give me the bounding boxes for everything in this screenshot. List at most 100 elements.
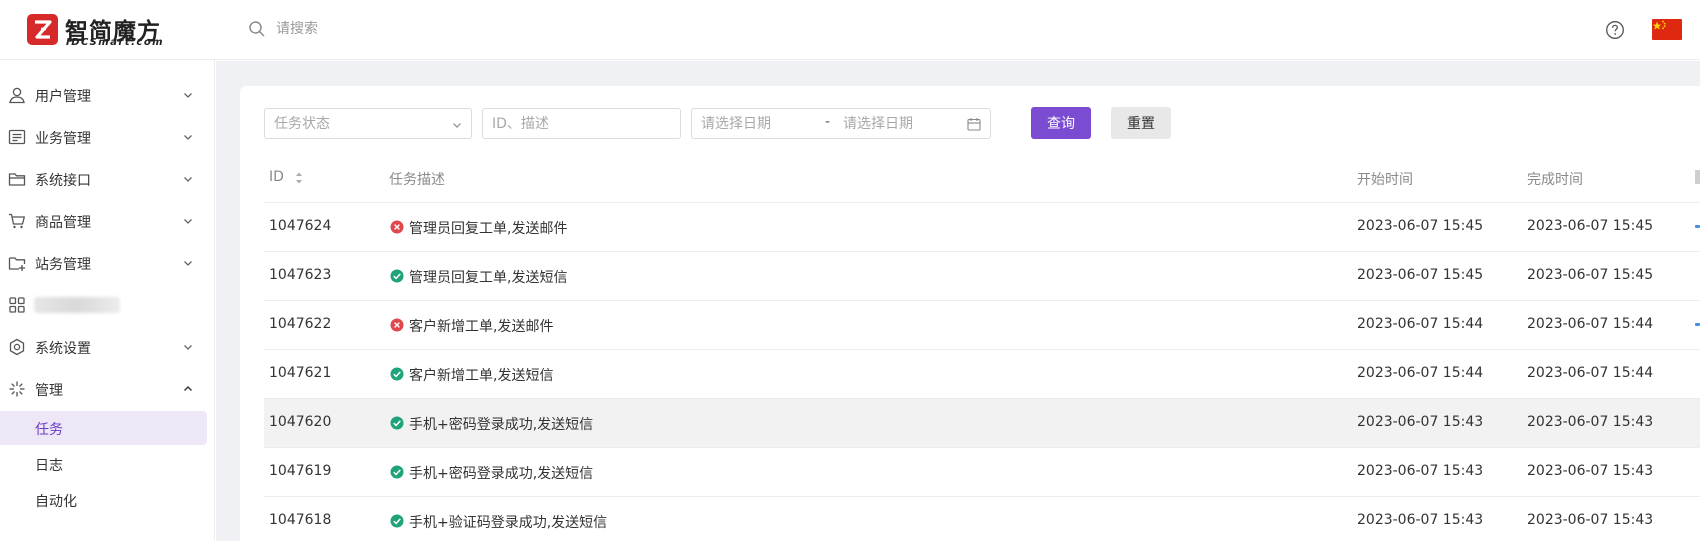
- success-icon: [390, 514, 404, 528]
- row-end-time: 2023-06-07 15:43: [1527, 463, 1654, 479]
- column-header-start: 开始时间: [1357, 172, 1413, 188]
- row-desc: 客户新增工单,发送短信: [409, 368, 554, 384]
- row-start-time: 2023-06-07 15:43: [1357, 512, 1484, 528]
- date-start-input[interactable]: [701, 114, 816, 134]
- success-icon: [390, 367, 404, 381]
- chevron-up-icon: [184, 386, 192, 391]
- row-start-time: 2023-06-07 15:45: [1357, 267, 1484, 283]
- search-icon[interactable]: [248, 20, 266, 38]
- row-id: 1047619: [269, 463, 332, 479]
- id-desc-input[interactable]: [492, 114, 672, 134]
- row-end-time: 2023-06-07 15:44: [1527, 365, 1654, 381]
- row-desc: 手机+密码登录成功,发送短信: [409, 417, 594, 433]
- reset-button[interactable]: 重置: [1111, 107, 1171, 139]
- blurred-label: [34, 297, 120, 313]
- sidebar-item-products[interactable]: 商品管理: [0, 201, 215, 241]
- chevron-down-icon: [453, 123, 461, 128]
- date-end-input[interactable]: [843, 114, 958, 134]
- sidebar-item-manage[interactable]: 管理: [0, 369, 215, 409]
- row-id: 1047620: [269, 414, 332, 430]
- list-icon: [8, 129, 26, 145]
- truncated-action: [1695, 323, 1700, 326]
- row-desc: 管理员回复工单,发送邮件: [409, 221, 568, 237]
- sidebar-item-system-interface[interactable]: 系统接口: [0, 159, 215, 199]
- truncated-action: [1695, 225, 1700, 228]
- task-status-select[interactable]: [264, 108, 472, 139]
- table-row[interactable]: 1047623 管理员回复工单,发送短信 2023-06-07 15:45 20…: [264, 252, 1700, 301]
- success-icon: [390, 269, 404, 283]
- sidebar-item-label: 系统接口: [35, 173, 91, 189]
- chevron-down-icon: [184, 135, 192, 140]
- chevron-down-icon: [184, 93, 192, 98]
- id-desc-field[interactable]: [482, 108, 681, 139]
- row-start-time: 2023-06-07 15:44: [1357, 365, 1484, 381]
- sidebar-subitem-label: 自动化: [35, 494, 77, 510]
- row-start-time: 2023-06-07 15:44: [1357, 316, 1484, 332]
- sidebar-item-site[interactable]: 站务管理: [0, 243, 215, 283]
- sidebar-item-label: 业务管理: [35, 131, 91, 147]
- chevron-down-icon: [184, 345, 192, 350]
- row-end-time: 2023-06-07 15:43: [1527, 512, 1654, 528]
- settings-icon: [9, 338, 25, 356]
- logo[interactable]: 智简魔方 IDCSmart.com: [27, 12, 177, 48]
- table-row[interactable]: 1047619 手机+密码登录成功,发送短信 2023-06-07 15:43 …: [264, 448, 1700, 497]
- row-id: 1047622: [269, 316, 332, 332]
- date-range-picker[interactable]: -: [691, 108, 991, 139]
- apps-icon: [9, 297, 25, 313]
- sidebar-subitem-label: 日志: [35, 458, 63, 474]
- sidebar-item-users[interactable]: 用户管理: [0, 75, 215, 115]
- logo-text-en: IDCSmart.com: [66, 37, 165, 48]
- error-icon: [390, 220, 404, 234]
- sidebar-item-label: 管理: [35, 383, 63, 399]
- task-status-input[interactable]: [274, 114, 444, 134]
- row-id: 1047618: [269, 512, 332, 528]
- column-header-desc: 任务描述: [389, 172, 445, 188]
- table-row[interactable]: 1047624 管理员回复工单,发送邮件 2023-06-07 15:45 20…: [264, 203, 1700, 252]
- row-desc: 客户新增工单,发送邮件: [409, 319, 554, 335]
- sort-icon[interactable]: [294, 168, 304, 188]
- query-button[interactable]: 查询: [1031, 107, 1091, 139]
- table-row[interactable]: 1047618 手机+验证码登录成功,发送短信 2023-06-07 15:43…: [264, 497, 1700, 541]
- row-start-time: 2023-06-07 15:43: [1357, 463, 1484, 479]
- folder-plus-icon: [8, 257, 26, 271]
- sidebar-subitem-task[interactable]: 任务: [0, 411, 207, 445]
- sidebar-subitem-label: 任务: [35, 422, 63, 438]
- sidebar-item-label: 用户管理: [35, 89, 91, 105]
- success-icon: [390, 465, 404, 479]
- row-start-time: 2023-06-07 15:43: [1357, 414, 1484, 430]
- sidebar-subitem-automation[interactable]: 自动化: [0, 483, 207, 517]
- sidebar-item-settings[interactable]: 系统设置: [0, 327, 215, 367]
- table-row[interactable]: 1047620 手机+密码登录成功,发送短信 2023-06-07 15:43 …: [264, 399, 1700, 448]
- help-icon[interactable]: [1605, 20, 1625, 40]
- sidebar-item-label: 商品管理: [35, 215, 91, 231]
- row-desc: 手机+密码登录成功,发送短信: [409, 466, 594, 482]
- user-icon: [9, 87, 25, 104]
- chevron-down-icon: [184, 177, 192, 182]
- sidebar: 用户管理 业务管理 系统接口 商品管理 站务管理 系统设置 管理 任务 日志 自…: [0, 60, 215, 541]
- error-icon: [390, 318, 404, 332]
- top-header: 智简魔方 IDCSmart.com: [0, 0, 1700, 60]
- column-header-id[interactable]: ID: [269, 169, 284, 185]
- manage-icon: [9, 381, 25, 397]
- sidebar-item-label: 站务管理: [35, 257, 91, 273]
- table-row[interactable]: 1047622 客户新增工单,发送邮件 2023-06-07 15:44 202…: [264, 301, 1700, 350]
- column-header-end: 完成时间: [1527, 172, 1583, 188]
- row-end-time: 2023-06-07 15:44: [1527, 316, 1654, 332]
- sidebar-subitem-log[interactable]: 日志: [0, 447, 207, 481]
- logo-mark-icon: [27, 14, 58, 45]
- language-flag-icon[interactable]: [1652, 19, 1682, 40]
- sidebar-item-apps[interactable]: [0, 285, 215, 325]
- chevron-down-icon: [184, 261, 192, 266]
- sidebar-item-business[interactable]: 业务管理: [0, 117, 215, 157]
- row-id: 1047624: [269, 218, 332, 234]
- table-row[interactable]: 1047621 客户新增工单,发送短信 2023-06-07 15:44 202…: [264, 350, 1700, 399]
- truncated-column-header: [1695, 170, 1700, 184]
- calendar-icon[interactable]: [967, 117, 981, 131]
- row-id: 1047621: [269, 365, 332, 381]
- row-end-time: 2023-06-07 15:45: [1527, 267, 1654, 283]
- row-id: 1047623: [269, 267, 332, 283]
- folder-icon: [8, 173, 26, 186]
- chevron-down-icon: [184, 219, 192, 224]
- sidebar-item-label: 系统设置: [35, 341, 91, 357]
- search-input[interactable]: [276, 16, 576, 42]
